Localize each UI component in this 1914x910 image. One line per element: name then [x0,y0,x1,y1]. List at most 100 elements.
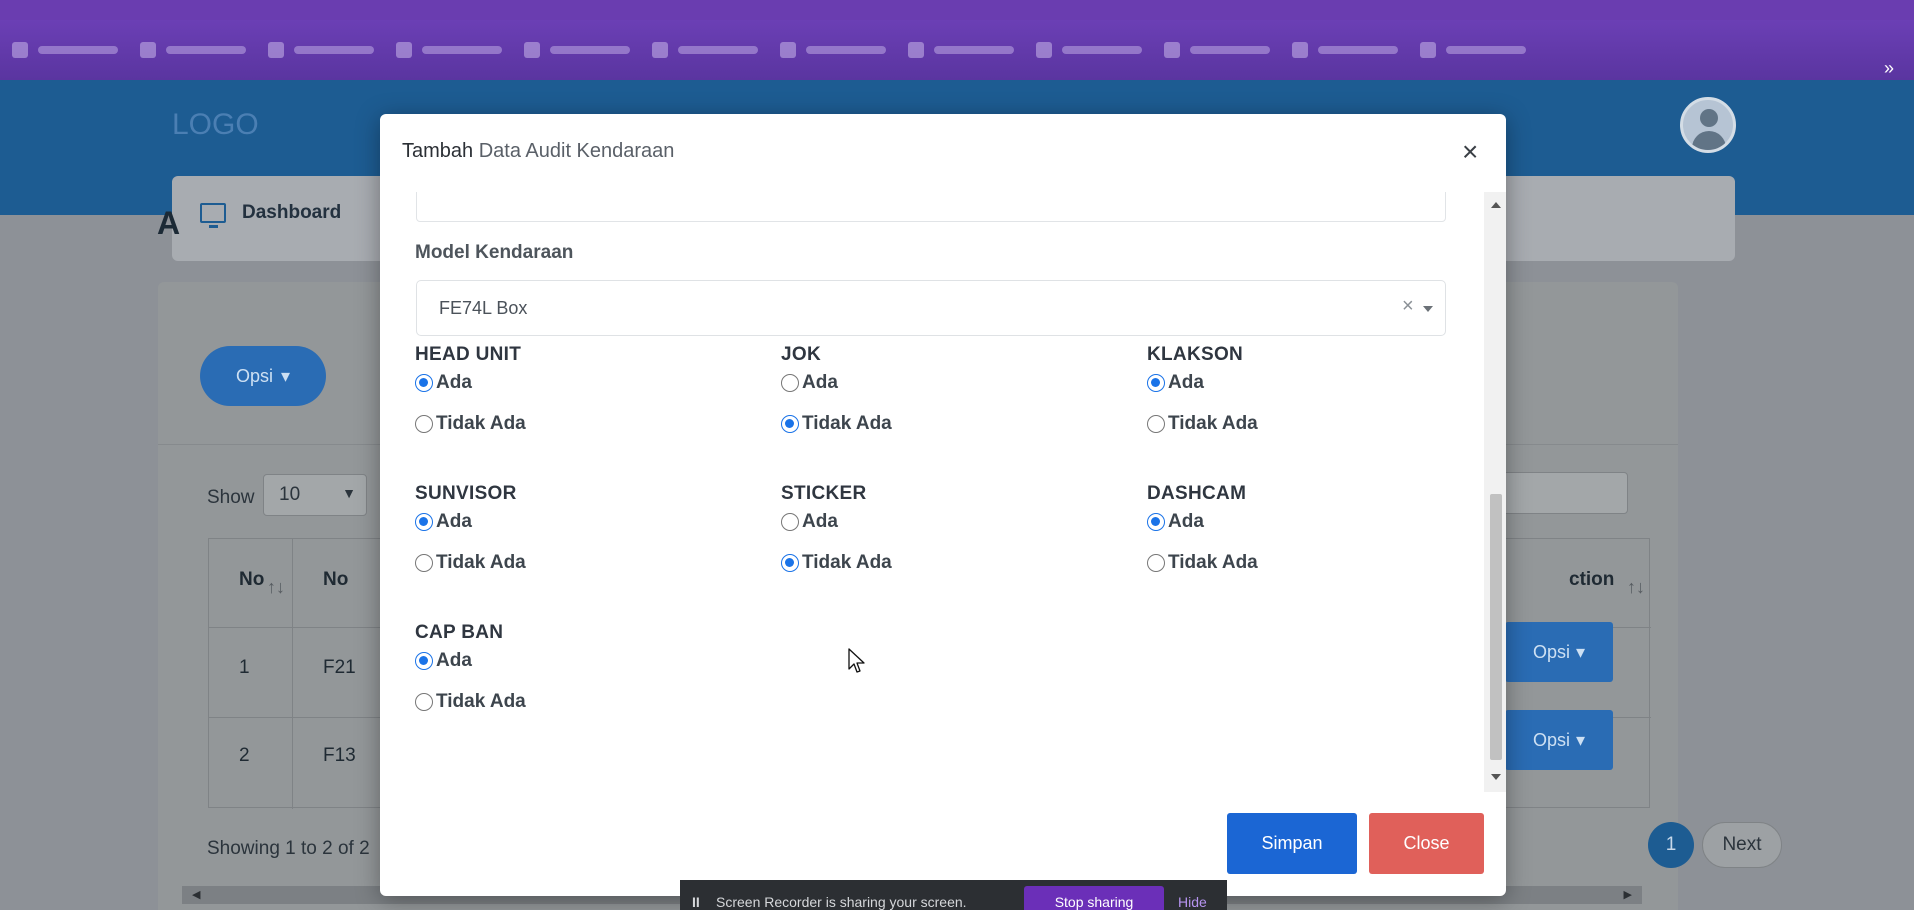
column-header-action[interactable]: ction [1569,569,1614,591]
add-audit-modal: Tambah Data Audit Kendaraan × Model Kend… [380,114,1506,896]
radio-label: Ada [436,650,472,671]
radio-ada[interactable]: Ada [781,372,838,394]
previous-input-field[interactable] [416,192,1446,222]
caret-down-icon: ▾ [1575,729,1586,750]
simpan-button[interactable]: Simpan [1227,813,1357,874]
nav-item-label: Dashboard [242,202,342,223]
radio-tidak-ada[interactable]: Tidak Ada [415,552,526,574]
pagination-next[interactable]: Next [1702,822,1782,868]
bookmark-item[interactable] [1164,42,1270,58]
model-kendaraan-label: Model Kendaraan [415,242,574,263]
bookmark-item[interactable] [652,42,758,58]
bookmark-item[interactable] [1420,42,1526,58]
radio-checked-icon[interactable] [415,513,433,531]
stop-sharing-button[interactable]: Stop sharing [1024,886,1164,910]
radio-tidak-ada[interactable]: Tidak Ada [1147,552,1258,574]
close-icon[interactable]: × [1462,138,1478,166]
opsi-button[interactable]: Opsi ▾ [200,346,326,406]
sort-icon[interactable]: ↑↓ [267,577,285,598]
bookmark-item[interactable] [524,42,630,58]
radio-ada[interactable]: Ada [415,650,472,672]
avatar-head-icon [1700,109,1718,127]
radio-unchecked-icon[interactable] [415,415,433,433]
modal-vertical-scrollbar[interactable] [1484,192,1506,792]
hide-share-bar-link[interactable]: Hide [1178,894,1207,910]
show-entries-value: 10 [279,484,301,505]
scroll-right-icon[interactable]: ▶ [1624,888,1632,901]
bookmark-item[interactable] [908,42,1014,58]
browser-tab-strip [0,0,1914,20]
bookmark-item[interactable] [140,42,246,58]
radio-ada[interactable]: Ada [1147,511,1204,533]
bookmark-label [1062,46,1142,54]
bookmark-item[interactable] [396,42,502,58]
radio-checked-icon[interactable] [415,652,433,670]
radio-unchecked-icon[interactable] [415,554,433,572]
radio-unchecked-icon[interactable] [1147,554,1165,572]
bookmarks-overflow-icon[interactable]: » [1884,58,1894,79]
bookmark-item[interactable] [268,42,374,58]
model-kendaraan-select[interactable]: FE74L Box × [416,280,1446,336]
radio-checked-icon[interactable] [781,554,799,572]
scroll-down-icon[interactable] [1491,774,1501,780]
radio-label: Tidak Ada [802,413,892,434]
field-label: SUNVISOR [415,483,517,504]
nav-item-dashboard[interactable]: Dashboard [200,202,342,228]
show-entries-select[interactable]: 10 ▼ [263,474,367,516]
column-divider [292,539,293,809]
field-label: KLAKSON [1147,344,1244,365]
radio-checked-icon[interactable] [781,415,799,433]
scroll-up-icon[interactable] [1491,202,1501,208]
modal-header: Tambah Data Audit Kendaraan × [380,114,1506,192]
modal-title-rest: Data Audit Kendaraan [478,140,675,162]
sort-icon[interactable]: ↑↓ [1627,577,1645,598]
radio-unchecked-icon[interactable] [781,374,799,392]
avatar[interactable] [1680,97,1736,153]
bookmark-favicon-icon [1292,42,1308,58]
radio-checked-icon[interactable] [415,374,433,392]
bookmark-favicon-icon [1420,42,1436,58]
column-header-no-2[interactable]: No [323,569,348,591]
radio-checked-icon[interactable] [1147,513,1165,531]
scrollbar-thumb[interactable] [1490,494,1502,760]
bookmark-label [1446,46,1526,54]
caret-down-icon[interactable] [1423,306,1433,312]
table-search-input[interactable] [1498,472,1628,514]
column-header-no[interactable]: No [239,569,264,591]
bookmark-item[interactable] [1292,42,1398,58]
field-sunvisor: SUNVISOR Ada Tidak Ada [415,483,715,573]
radio-label: Ada [802,372,838,393]
radio-unchecked-icon[interactable] [415,693,433,711]
radio-label: Ada [1168,511,1204,532]
radio-ada[interactable]: Ada [415,372,472,394]
share-message: Screen Recorder is sharing your screen. [716,894,967,910]
radio-label: Ada [1168,372,1204,393]
radio-unchecked-icon[interactable] [1147,415,1165,433]
bookmark-item[interactable] [1036,42,1142,58]
radio-tidak-ada[interactable]: Tidak Ada [781,413,892,435]
close-button[interactable]: Close [1369,813,1484,874]
scroll-left-icon[interactable]: ◀ [192,888,200,901]
radio-unchecked-icon[interactable] [781,513,799,531]
field-dashcam: DASHCAM Ada Tidak Ada [1147,483,1447,573]
radio-label: Tidak Ada [436,413,526,434]
radio-checked-icon[interactable] [1147,374,1165,392]
bookmark-favicon-icon [652,42,668,58]
radio-tidak-ada[interactable]: Tidak Ada [415,691,526,713]
radio-ada[interactable]: Ada [1147,372,1204,394]
clear-selection-icon[interactable]: × [1402,295,1414,318]
radio-tidak-ada[interactable]: Tidak Ada [1147,413,1258,435]
bookmark-label [678,46,758,54]
radio-ada[interactable]: Ada [781,511,838,533]
bookmark-item[interactable] [12,42,118,58]
row-opsi-button[interactable]: Opsi ▾ [1505,622,1613,682]
field-jok: JOK Ada Tidak Ada [781,344,1081,434]
radio-tidak-ada[interactable]: Tidak Ada [781,552,892,574]
bookmark-item[interactable] [780,42,886,58]
radio-tidak-ada[interactable]: Tidak Ada [415,413,526,435]
radio-ada[interactable]: Ada [415,511,472,533]
row-opsi-button[interactable]: Opsi ▾ [1505,710,1613,770]
bookmark-favicon-icon [1036,42,1052,58]
chevron-down-icon: ▼ [342,485,356,501]
pagination-page-1[interactable]: 1 [1648,822,1694,868]
